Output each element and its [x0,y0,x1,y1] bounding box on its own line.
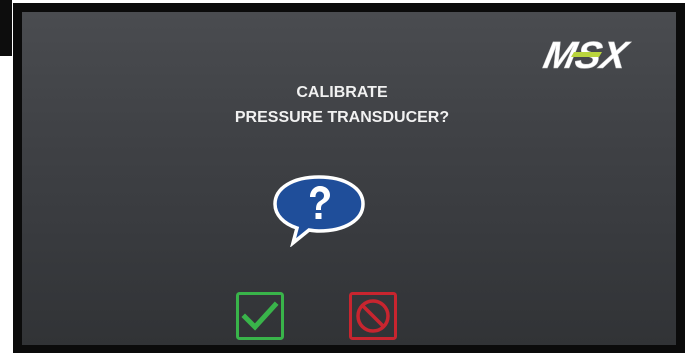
cancel-button[interactable] [349,292,397,340]
prompt-line-1: CALIBRATE [296,84,388,101]
page: MSX CALIBRATE PRESSURE TRANSDUCER? [0,0,688,356]
prompt-line-2: PRESSURE TRANSDUCER? [234,109,450,126]
bezel-tab [0,0,12,56]
checkmark-icon [241,301,279,331]
question-speech-bubble-icon [273,175,365,247]
display-screen: MSX CALIBRATE PRESSURE TRANSDUCER? [22,12,676,345]
prohibited-icon [356,299,390,333]
confirm-button[interactable] [236,292,284,340]
logo-accent-stripe [571,52,602,57]
msx-logo: MSX [540,34,634,77]
device-bezel: MSX CALIBRATE PRESSURE TRANSDUCER? [13,3,685,353]
calibration-prompt: CALIBRATE PRESSURE TRANSDUCER? [22,80,676,130]
